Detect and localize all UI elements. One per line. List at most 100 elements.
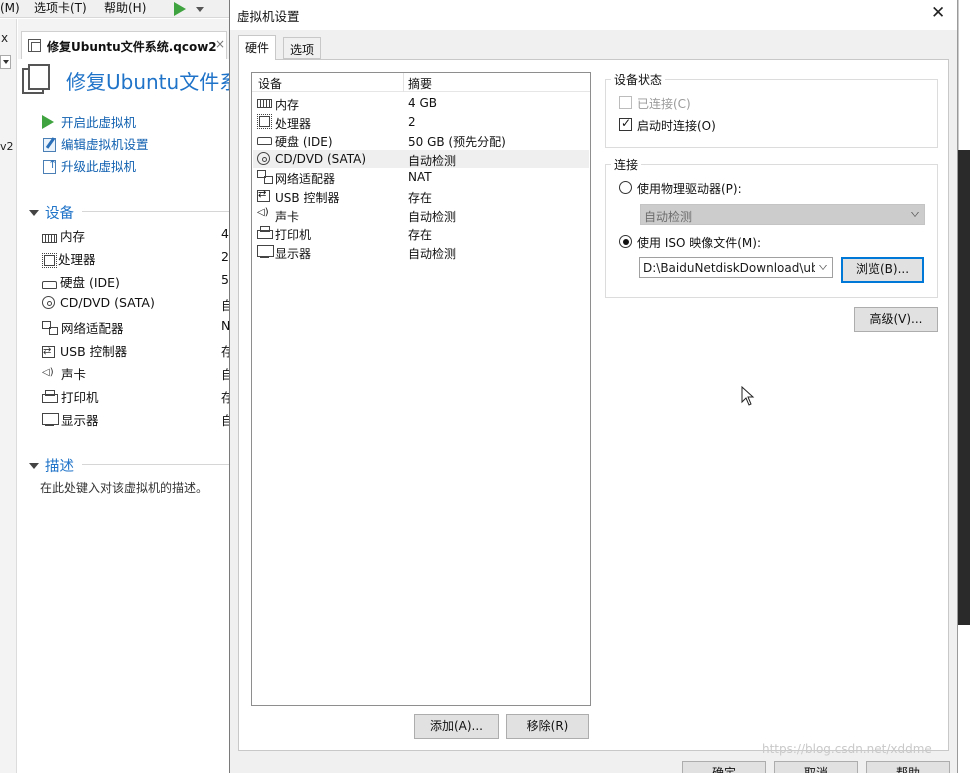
upgrade-icon bbox=[42, 158, 58, 174]
device-list-header: 设备 摘要 bbox=[252, 73, 590, 92]
tab-vm[interactable]: 修复Ubuntu文件系统.qcow2 × bbox=[21, 31, 227, 59]
sound-icon bbox=[257, 207, 273, 222]
column-header-device[interactable]: 设备 bbox=[258, 75, 282, 92]
chevron-down-icon[interactable] bbox=[196, 7, 204, 12]
physical-drive-label: 使用物理驱动器(P): bbox=[637, 182, 742, 196]
vm-device-hard-disk[interactable]: 硬盘 (IDE) 5 bbox=[42, 272, 229, 292]
close-library-icon[interactable]: x bbox=[1, 31, 8, 45]
device-row-sound[interactable]: 声卡自动检测 bbox=[253, 206, 589, 225]
iso-image-radio[interactable] bbox=[619, 235, 632, 248]
device-row-display[interactable]: 显示器 自动检测 bbox=[253, 243, 589, 262]
tab-vm-label: 修复Ubuntu文件系统.qcow2 bbox=[47, 40, 217, 54]
power-on-icon[interactable] bbox=[174, 2, 186, 16]
advanced-button[interactable]: 高级(V)... bbox=[854, 307, 938, 332]
browse-button[interactable]: 浏览(B)... bbox=[841, 257, 924, 283]
device-row-usb[interactable]: USB 控制器存在 bbox=[253, 187, 589, 206]
cancel-button[interactable]: 取消 bbox=[774, 761, 858, 773]
display-icon bbox=[257, 244, 274, 259]
devices-section-header[interactable]: 设备 bbox=[29, 202, 74, 223]
device-row-cd-dvd[interactable]: CD/DVD (SATA) 自动检测 bbox=[253, 149, 589, 169]
menu-item-vm[interactable]: (M) bbox=[0, 0, 20, 18]
dialog-titlebar: 虚拟机设置 ✕ bbox=[230, 0, 957, 30]
vm-device-sound[interactable]: 声卡自 bbox=[42, 364, 229, 384]
printer-icon bbox=[42, 390, 58, 404]
processor-icon bbox=[257, 113, 272, 129]
connected-label: 已连接(C) bbox=[637, 97, 691, 111]
background-window-edge bbox=[958, 0, 970, 150]
add-device-button[interactable]: 添加(A)... bbox=[414, 714, 499, 739]
library-dropdown[interactable] bbox=[0, 55, 11, 69]
device-row-printer[interactable]: 打印机 存在 bbox=[253, 224, 589, 243]
processor-icon bbox=[42, 253, 57, 268]
usb-icon bbox=[42, 345, 55, 359]
remove-device-button[interactable]: 移除(R) bbox=[506, 714, 589, 739]
connected-checkbox[interactable] bbox=[619, 96, 632, 109]
collapse-icon bbox=[29, 463, 39, 469]
vm-device-network[interactable]: 网络适配器 N bbox=[42, 318, 229, 338]
tab-hardware[interactable]: 硬件 bbox=[238, 35, 277, 60]
cd-dvd-icon bbox=[257, 151, 270, 165]
collapse-icon bbox=[29, 210, 39, 216]
menu-bar: (M) 选项卡(T) 帮助(H) bbox=[0, 0, 229, 18]
tab-options[interactable]: 选项 bbox=[283, 37, 322, 59]
device-row-network[interactable]: 网络适配器 NAT bbox=[253, 168, 589, 187]
chevron-down-icon bbox=[819, 265, 827, 270]
vm-title: 修复Ubuntu文件系统.qcow2 bbox=[66, 70, 229, 94]
vm-device-display[interactable]: 显示器自 bbox=[42, 410, 229, 430]
power-on-vm-link[interactable]: 开启此虚拟机 bbox=[42, 112, 136, 130]
library-strip: x v2 bbox=[0, 19, 17, 773]
memory-icon bbox=[42, 234, 57, 243]
description-placeholder[interactable]: 在此处键入对该虚拟机的描述。 bbox=[40, 479, 208, 496]
hard-disk-icon bbox=[42, 281, 57, 289]
connect-at-power-on-checkbox[interactable] bbox=[619, 116, 632, 131]
watermark: https://blog.csdn.net/xddme bbox=[762, 742, 932, 756]
device-row-hard-disk[interactable]: 硬盘 (IDE) 50 GB (预先分配) bbox=[253, 131, 589, 150]
connection-label: 连接 bbox=[611, 156, 642, 173]
library-item-label[interactable]: v2 bbox=[0, 140, 14, 153]
edit-icon bbox=[42, 137, 58, 152]
device-list: 设备 摘要 内存 4 GB 处理器 2 硬盘 (IDE) 50 GB (预先分配) C… bbox=[251, 72, 591, 706]
connect-at-power-on-label: 启动时连接(O) bbox=[637, 119, 716, 133]
sound-icon bbox=[42, 366, 58, 381]
vm-device-processor[interactable]: 处理器 2 bbox=[42, 249, 229, 269]
description-section-header[interactable]: 描述 bbox=[29, 455, 74, 476]
chevron-down-icon bbox=[911, 212, 919, 217]
vm-device-cd-dvd[interactable]: CD/DVD (SATA) 自 bbox=[42, 295, 229, 315]
help-button[interactable]: 帮助 bbox=[866, 761, 950, 773]
iso-path-input[interactable]: D:\BaiduNetdiskDownload\ubur bbox=[639, 257, 833, 278]
device-status-group bbox=[605, 79, 938, 148]
vm-tab-strip: 修复Ubuntu文件系统.qcow2 × bbox=[18, 19, 229, 59]
vm-device-printer[interactable]: 打印机存 bbox=[42, 387, 229, 407]
dialog-title: 虚拟机设置 bbox=[237, 9, 300, 24]
printer-icon bbox=[257, 226, 273, 240]
iso-image-label: 使用 ISO 映像文件(M): bbox=[637, 236, 761, 250]
close-tab-icon[interactable]: × bbox=[215, 37, 225, 51]
vm-settings-dialog: 虚拟机设置 ✕ 硬件 选项 设备 摘要 内存 4 GB 处理器 2 硬盘 (IDE)… bbox=[229, 0, 958, 773]
upgrade-vm-link[interactable]: 升级此虚拟机 bbox=[42, 156, 136, 174]
device-row-processor[interactable]: 处理器 2 bbox=[253, 113, 589, 132]
column-header-summary[interactable]: 摘要 bbox=[408, 75, 432, 92]
edit-vm-settings-link[interactable]: 编辑虚拟机设置 bbox=[42, 134, 149, 152]
network-icon bbox=[42, 321, 58, 335]
device-row-memory[interactable]: 内存 4 GB bbox=[253, 94, 589, 113]
memory-icon bbox=[257, 99, 272, 108]
cd-dvd-icon bbox=[42, 296, 55, 309]
hard-disk-icon bbox=[257, 137, 272, 146]
usb-icon bbox=[257, 189, 270, 202]
physical-drive-radio[interactable] bbox=[619, 181, 632, 194]
ok-button[interactable]: 确定 bbox=[682, 761, 766, 773]
menu-item-tabs[interactable]: 选项卡(T) bbox=[34, 0, 87, 18]
vm-console-preview bbox=[958, 150, 970, 625]
vm-device-memory[interactable]: 内存 4 bbox=[42, 226, 229, 246]
play-icon bbox=[42, 115, 54, 129]
network-icon bbox=[257, 170, 273, 185]
vm-large-icon bbox=[22, 64, 52, 94]
vm-device-usb[interactable]: USB 控制器存 bbox=[42, 341, 229, 361]
device-status-label: 设备状态 bbox=[611, 71, 666, 88]
vm-icon bbox=[28, 39, 41, 52]
menu-item-help[interactable]: 帮助(H) bbox=[104, 0, 146, 18]
hardware-panel: 设备 摘要 内存 4 GB 处理器 2 硬盘 (IDE) 50 GB (预先分配) C… bbox=[238, 59, 949, 751]
display-icon bbox=[42, 413, 59, 427]
physical-drive-select[interactable]: 自动检测 bbox=[640, 204, 925, 225]
close-icon[interactable]: ✕ bbox=[931, 3, 945, 23]
